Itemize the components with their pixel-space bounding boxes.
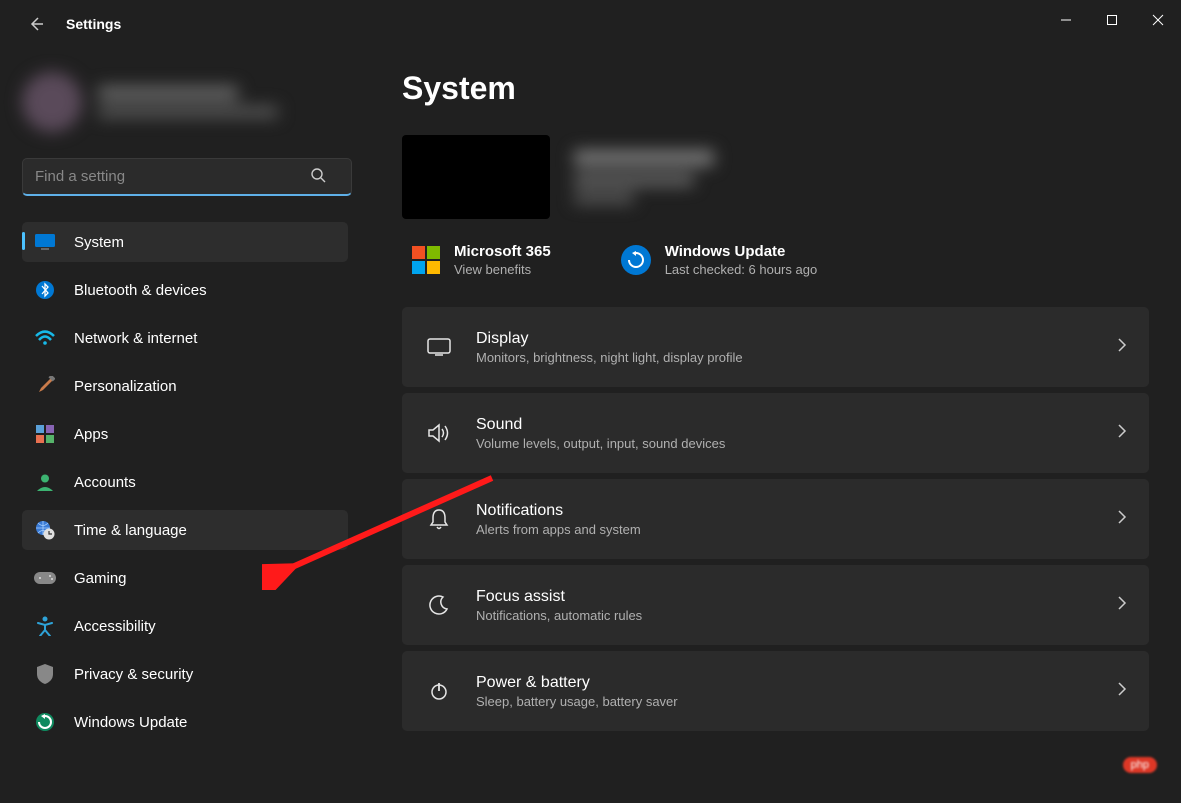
setting-notifications[interactable]: Notifications Alerts from apps and syste…	[402, 479, 1149, 559]
back-arrow-icon	[28, 16, 44, 32]
maximize-icon	[1106, 14, 1118, 26]
monitor-icon	[34, 231, 56, 253]
setting-sound[interactable]: Sound Volume levels, output, input, soun…	[402, 393, 1149, 473]
sidebar-item-label: Privacy & security	[74, 666, 193, 683]
nav-list: System Bluetooth & devices Network & int…	[22, 222, 348, 742]
update-icon	[34, 711, 56, 733]
setting-subtitle: Sleep, battery usage, battery saver	[476, 694, 1117, 709]
sidebar-item-network[interactable]: Network & internet	[22, 318, 348, 358]
device-image	[402, 135, 550, 219]
sidebar-item-gaming[interactable]: Gaming	[22, 558, 348, 598]
sidebar-item-label: Gaming	[74, 570, 127, 587]
bell-icon	[424, 508, 454, 530]
globe-clock-icon	[34, 519, 56, 541]
chevron-right-icon	[1117, 681, 1127, 702]
sidebar: System Bluetooth & devices Network & int…	[0, 48, 360, 803]
setting-subtitle: Notifications, automatic rules	[476, 608, 1117, 623]
back-button[interactable]	[16, 4, 56, 44]
user-profile[interactable]	[22, 72, 348, 132]
sidebar-item-privacy[interactable]: Privacy & security	[22, 654, 348, 694]
setting-title: Focus assist	[476, 588, 1117, 606]
apps-icon	[34, 423, 56, 445]
minimize-icon	[1060, 14, 1072, 26]
setting-subtitle: Monitors, brightness, night light, displ…	[476, 350, 1117, 365]
chevron-right-icon	[1117, 423, 1127, 444]
close-icon	[1152, 14, 1164, 26]
brush-icon	[34, 375, 56, 397]
quick-subtitle: View benefits	[454, 262, 551, 277]
sidebar-item-windows-update[interactable]: Windows Update	[22, 702, 348, 742]
sidebar-item-label: Accessibility	[74, 618, 156, 635]
quick-title: Windows Update	[665, 243, 818, 260]
sidebar-item-time-language[interactable]: Time & language	[22, 510, 348, 550]
sidebar-item-label: Apps	[74, 426, 108, 443]
gamepad-icon	[34, 567, 56, 589]
search-input[interactable]	[22, 158, 352, 196]
page-title: System	[402, 70, 1153, 107]
wifi-icon	[34, 327, 56, 349]
chevron-right-icon	[1117, 509, 1127, 530]
bluetooth-icon	[34, 279, 56, 301]
device-info[interactable]	[402, 135, 1153, 219]
setting-title: Notifications	[476, 502, 1117, 520]
sound-icon	[424, 423, 454, 443]
sidebar-item-accessibility[interactable]: Accessibility	[22, 606, 348, 646]
quick-link-windows-update[interactable]: Windows Update Last checked: 6 hours ago	[621, 243, 818, 277]
maximize-button[interactable]	[1089, 4, 1135, 36]
power-icon	[424, 681, 454, 701]
close-button[interactable]	[1135, 4, 1181, 36]
sidebar-item-personalization[interactable]: Personalization	[22, 366, 348, 406]
search-icon	[310, 167, 326, 188]
setting-title: Power & battery	[476, 674, 1117, 692]
person-icon	[34, 471, 56, 493]
avatar	[22, 72, 82, 132]
sidebar-item-system[interactable]: System	[22, 222, 348, 262]
microsoft-365-icon	[412, 246, 440, 274]
main-content: System Microsoft 365 View benefits Windo…	[360, 48, 1181, 803]
setting-power-battery[interactable]: Power & battery Sleep, battery usage, ba…	[402, 651, 1149, 731]
sidebar-item-label: Personalization	[74, 378, 177, 395]
setting-subtitle: Alerts from apps and system	[476, 522, 1117, 537]
chevron-right-icon	[1117, 595, 1127, 616]
setting-title: Display	[476, 330, 1117, 348]
sidebar-item-label: Time & language	[74, 522, 187, 539]
setting-display[interactable]: Display Monitors, brightness, night ligh…	[402, 307, 1149, 387]
sidebar-item-apps[interactable]: Apps	[22, 414, 348, 454]
quick-subtitle: Last checked: 6 hours ago	[665, 262, 818, 277]
minimize-button[interactable]	[1043, 4, 1089, 36]
sidebar-item-label: Network & internet	[74, 330, 197, 347]
sidebar-item-label: Accounts	[74, 474, 136, 491]
sidebar-item-bluetooth[interactable]: Bluetooth & devices	[22, 270, 348, 310]
quick-title: Microsoft 365	[454, 243, 551, 260]
display-icon	[424, 338, 454, 356]
quick-link-ms365[interactable]: Microsoft 365 View benefits	[412, 243, 551, 277]
setting-focus-assist[interactable]: Focus assist Notifications, automatic ru…	[402, 565, 1149, 645]
setting-title: Sound	[476, 416, 1117, 434]
sidebar-item-label: Bluetooth & devices	[74, 282, 207, 299]
watermark: php	[1123, 757, 1157, 773]
sidebar-item-accounts[interactable]: Accounts	[22, 462, 348, 502]
accessibility-icon	[34, 615, 56, 637]
shield-icon	[34, 663, 56, 685]
chevron-right-icon	[1117, 337, 1127, 358]
moon-icon	[424, 595, 454, 615]
setting-subtitle: Volume levels, output, input, sound devi…	[476, 436, 1117, 451]
sidebar-item-label: System	[74, 234, 124, 251]
sidebar-item-label: Windows Update	[74, 714, 187, 731]
app-title: Settings	[66, 16, 121, 32]
windows-update-icon	[621, 245, 651, 275]
